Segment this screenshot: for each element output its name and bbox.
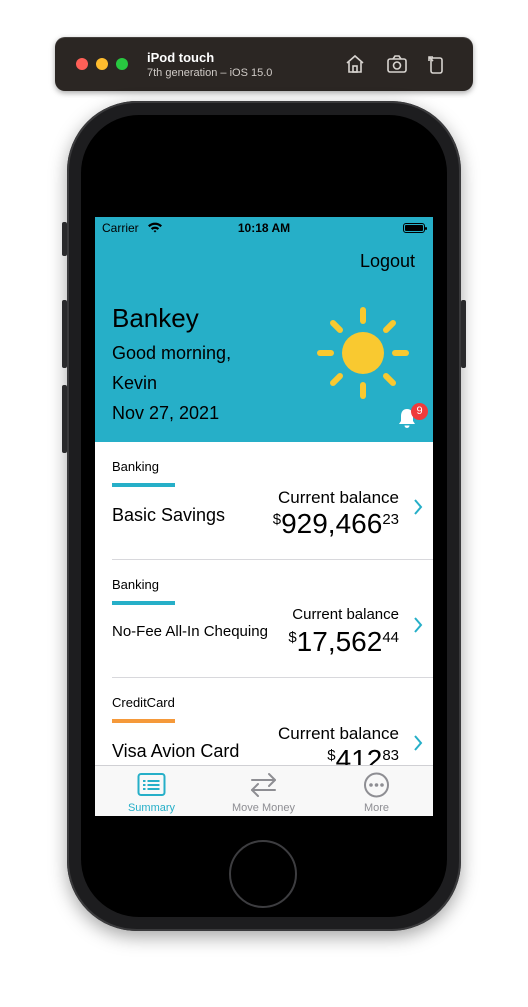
status-bar: Carrier 10:18 AM [95, 217, 433, 239]
tab-bar: Summary Move Money More [95, 765, 433, 816]
tab-label: Move Money [232, 802, 295, 814]
logout-button[interactable]: Logout [360, 251, 415, 272]
balance-amount: $929,46623 [273, 508, 399, 540]
balance-dollars: 929,466 [281, 508, 383, 539]
tab-more[interactable]: More [320, 766, 433, 816]
app-screen: Carrier 10:18 AM Logout Bankey Good morn… [95, 217, 433, 816]
account-row[interactable]: CreditCard Visa Avion Card Current balan… [95, 678, 433, 765]
close-window-button[interactable] [76, 58, 88, 70]
account-row[interactable]: Banking Basic Savings Current balance $9… [95, 442, 433, 560]
minimize-window-button[interactable] [96, 58, 108, 70]
tab-move-money[interactable]: Move Money [207, 766, 320, 816]
account-name: Visa Avion Card [112, 741, 240, 761]
balance-amount: $41283 [327, 744, 399, 765]
balance-cents: 23 [382, 511, 399, 528]
balance-label: Current balance [292, 606, 399, 623]
battery-icon [403, 223, 427, 233]
account-type-label: Banking [112, 459, 159, 474]
account-type-label: Banking [112, 577, 159, 592]
volume-down-button [62, 385, 67, 453]
volume-up-button [62, 300, 67, 368]
balance-cents: 83 [382, 747, 399, 764]
sun-icon [317, 307, 409, 399]
summary-header: Carrier 10:18 AM Logout Bankey Good morn… [95, 217, 433, 442]
tab-label: More [363, 802, 390, 814]
currency-symbol: $ [272, 511, 282, 528]
zoom-window-button[interactable] [116, 58, 128, 70]
currency-symbol: $ [327, 747, 336, 764]
account-type-underline [112, 719, 175, 723]
account-type-underline [112, 601, 175, 605]
chevron-right-icon [414, 735, 423, 751]
chevron-right-icon [414, 617, 423, 633]
status-time: 10:18 AM [237, 221, 291, 235]
balance-label: Current balance [278, 724, 399, 743]
simulator-device-name: iPod touch [147, 50, 215, 65]
currency-symbol: $ [288, 629, 297, 646]
balance-dollars: 412 [335, 744, 383, 765]
summary-list-icon [137, 773, 166, 796]
balance-label: Current balance [278, 488, 399, 507]
mute-switch [62, 222, 67, 256]
account-type-label: CreditCard [112, 695, 175, 710]
account-list: Banking Basic Savings Current balance $9… [95, 442, 433, 765]
tab-summary[interactable]: Summary [95, 766, 208, 816]
user-name: Kevin [112, 373, 158, 393]
account-row[interactable]: Banking No-Fee All-In Chequing Current b… [95, 560, 433, 678]
device-home-button[interactable] [229, 840, 297, 908]
notification-badge: 9 [411, 403, 428, 420]
tab-label: Summary [127, 802, 176, 814]
power-button [461, 300, 466, 368]
ellipsis-circle-icon [364, 772, 389, 798]
simulator-device-subtitle: 7th generation – iOS 15.0 [147, 67, 273, 79]
account-name: Basic Savings [112, 505, 226, 525]
greeting-text: Good morning, [112, 343, 232, 363]
date-text: Nov 27, 2021 [112, 403, 220, 423]
app-title: Bankey [112, 303, 199, 333]
balance-dollars: 17,562 [296, 626, 383, 657]
account-name: No-Fee All-In Chequing [112, 623, 268, 640]
account-type-underline [112, 483, 175, 487]
home-icon[interactable] [343, 52, 367, 76]
balance-amount: $17,56244 [288, 626, 399, 658]
screenshot-camera-icon[interactable] [385, 52, 409, 76]
rotate-device-icon[interactable] [424, 52, 448, 76]
balance-cents: 44 [382, 629, 399, 646]
simulator-title-bar: iPod touch 7th generation – iOS 15.0 [55, 37, 473, 91]
transfer-arrows-icon [251, 773, 276, 797]
chevron-right-icon [414, 499, 423, 515]
